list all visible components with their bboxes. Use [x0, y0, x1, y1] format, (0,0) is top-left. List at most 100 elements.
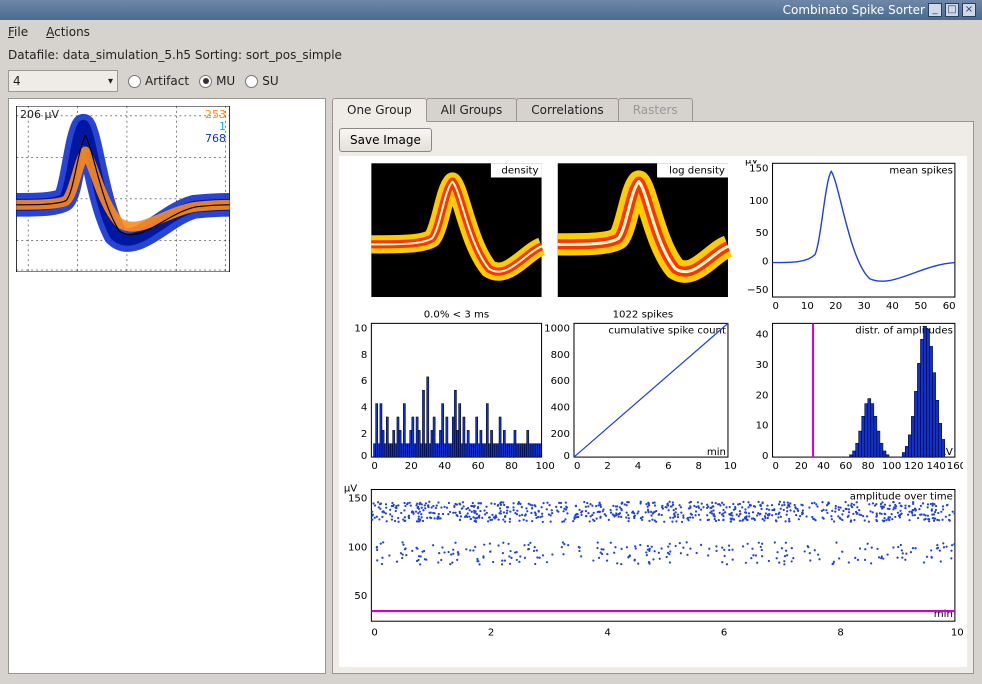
svg-text:50: 50	[914, 301, 927, 312]
svg-text:20: 20	[405, 461, 418, 472]
tab-bar: One Group All Groups Correlations Raster…	[332, 98, 974, 122]
svg-text:80: 80	[862, 461, 875, 472]
svg-text:20: 20	[756, 390, 769, 401]
radio-dot	[245, 75, 258, 88]
svg-text:100: 100	[882, 461, 901, 472]
isi-title: 0.0% < 3 ms	[424, 309, 489, 320]
radio-mu-label: MU	[216, 74, 235, 88]
svg-text:50: 50	[354, 591, 367, 602]
count-blue: 768	[205, 132, 226, 145]
figure-area: density log density 150	[339, 156, 967, 667]
svg-text:distr. of amplitudes: distr. of amplitudes	[855, 325, 953, 336]
right-panel: One Group All Groups Correlations Raster…	[332, 98, 974, 674]
svg-text:0: 0	[371, 461, 377, 472]
svg-text:10: 10	[354, 323, 367, 334]
tab-content: Save Image density	[332, 122, 974, 674]
svg-text:1000: 1000	[544, 323, 570, 334]
maximize-icon[interactable]: □	[945, 3, 959, 17]
radio-dot	[128, 75, 141, 88]
svg-text:200: 200	[551, 429, 570, 440]
cum-title: 1022 spikes	[613, 309, 674, 320]
svg-text:8: 8	[361, 350, 367, 361]
radio-artifact[interactable]: Artifact	[128, 74, 189, 88]
svg-text:4: 4	[635, 461, 641, 472]
svg-text:10: 10	[801, 301, 814, 312]
svg-text:60: 60	[943, 301, 956, 312]
status-line: Datafile: data_simulation_5.h5 Sorting: …	[0, 44, 982, 70]
svg-text:0: 0	[762, 257, 768, 268]
close-icon[interactable]: ×	[962, 3, 976, 17]
svg-text:mean spikes: mean spikes	[889, 165, 952, 176]
svg-text:10: 10	[756, 421, 769, 432]
svg-text:150: 150	[348, 494, 367, 505]
svg-text:0: 0	[574, 461, 580, 472]
svg-text:2: 2	[361, 429, 367, 440]
svg-text:2: 2	[488, 627, 494, 638]
svg-text:800: 800	[551, 350, 570, 361]
svg-text:4: 4	[604, 627, 610, 638]
svg-text:8: 8	[837, 627, 843, 638]
save-image-button[interactable]: Save Image	[339, 128, 432, 152]
svg-text:20: 20	[795, 461, 808, 472]
group-select[interactable]: 4 ▾	[8, 70, 118, 92]
svg-text:6: 6	[665, 461, 671, 472]
svg-text:40: 40	[438, 461, 451, 472]
radio-dot-selected	[199, 75, 212, 88]
svg-text:µV: µV	[745, 160, 758, 166]
svg-text:0: 0	[773, 301, 779, 312]
svg-text:6: 6	[361, 376, 367, 387]
menubar: File Actions	[0, 20, 982, 44]
svg-text:600: 600	[551, 376, 570, 387]
window-title: Combinato Spike Sorter	[783, 3, 925, 17]
svg-text:30: 30	[756, 360, 769, 371]
minimize-icon[interactable]: _	[928, 3, 942, 17]
svg-text:60: 60	[472, 461, 485, 472]
log-density-title: log density	[669, 165, 725, 176]
tab-one-group[interactable]: One Group	[332, 98, 427, 122]
svg-text:120: 120	[904, 461, 923, 472]
svg-text:4: 4	[361, 402, 367, 413]
svg-text:0: 0	[762, 451, 768, 462]
uv-label: 206 µV	[20, 108, 59, 121]
svg-text:10: 10	[724, 461, 737, 472]
svg-text:2: 2	[604, 461, 610, 472]
svg-text:400: 400	[551, 402, 570, 413]
svg-text:cumulative spike count: cumulative spike count	[608, 325, 726, 336]
svg-text:0: 0	[371, 627, 377, 638]
chevron-down-icon: ▾	[108, 76, 113, 87]
svg-text:10: 10	[951, 627, 963, 638]
svg-text:min: min	[707, 447, 726, 458]
radio-su-label: SU	[262, 74, 278, 88]
svg-text:100: 100	[348, 542, 367, 553]
radio-artifact-label: Artifact	[145, 74, 189, 88]
tab-all-groups[interactable]: All Groups	[426, 98, 517, 121]
radio-su[interactable]: SU	[245, 74, 278, 88]
window-titlebar: Combinato Spike Sorter _ □ ×	[0, 0, 982, 20]
svg-text:0: 0	[361, 451, 367, 462]
svg-text:40: 40	[756, 330, 769, 341]
svg-text:µV: µV	[344, 484, 357, 495]
svg-text:0: 0	[563, 451, 569, 462]
svg-text:−50: −50	[747, 285, 768, 296]
svg-text:amplitude over time: amplitude over time	[850, 492, 953, 503]
svg-text:100: 100	[535, 461, 554, 472]
menu-file[interactable]: File	[8, 25, 28, 39]
svg-text:8: 8	[696, 461, 702, 472]
svg-text:140: 140	[927, 461, 946, 472]
svg-text:40: 40	[886, 301, 899, 312]
tab-rasters[interactable]: Rasters	[618, 98, 693, 121]
svg-text:30: 30	[858, 301, 871, 312]
svg-text:6: 6	[721, 627, 727, 638]
svg-text:160: 160	[947, 461, 963, 472]
svg-text:80: 80	[505, 461, 518, 472]
svg-text:0: 0	[773, 461, 779, 472]
svg-text:50: 50	[756, 228, 769, 239]
tab-correlations[interactable]: Correlations	[516, 98, 618, 121]
svg-text:20: 20	[829, 301, 842, 312]
left-panel: 206 µV 253 1 768	[8, 98, 326, 674]
group-select-value: 4	[13, 74, 21, 88]
density-title: density	[501, 165, 538, 176]
menu-actions[interactable]: Actions	[46, 25, 90, 39]
radio-mu[interactable]: MU	[199, 74, 235, 88]
toolbar-row: 4 ▾ Artifact MU SU	[0, 70, 982, 98]
